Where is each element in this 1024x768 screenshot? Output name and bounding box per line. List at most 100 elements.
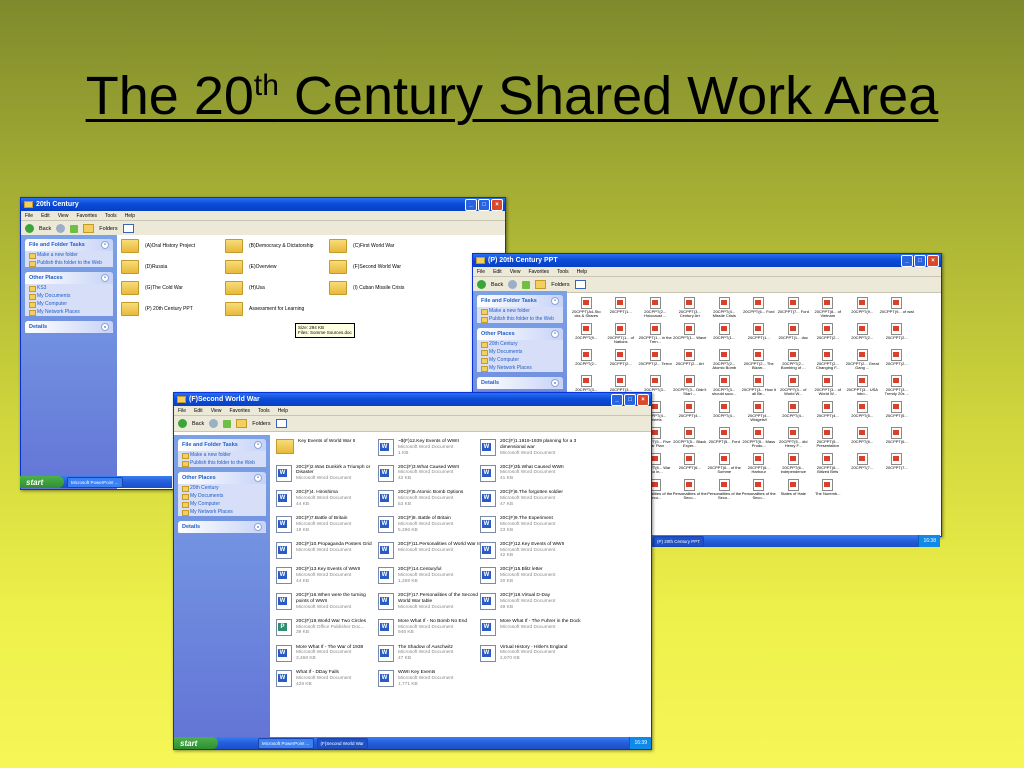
- ppt-file[interactable]: 20CPPT(7...: [880, 453, 915, 479]
- forward-icon[interactable]: [508, 280, 518, 289]
- file-item[interactable]: 20C(F)17.Personalities of the Second Wor…: [378, 593, 480, 619]
- ppt-file[interactable]: 20CPPT(8... of Vietnam: [811, 297, 846, 323]
- window-titlebar[interactable]: (P) 20th Century PPT _ □ ×: [473, 254, 941, 267]
- ppt-file[interactable]: 20CPPT(3... How it all Be...: [742, 375, 777, 401]
- ppt-file[interactable]: 20CPPT(5... Presentation: [811, 427, 846, 453]
- ppt-file[interactable]: 20CPPT(4...: [707, 401, 742, 427]
- ppt-file[interactable]: 20CPPT(9... of wwi: [880, 297, 915, 323]
- file-item[interactable]: ~$(F)12.Key Events of WWIIMicrosoft Word…: [378, 439, 480, 465]
- expand-icon[interactable]: v: [551, 379, 559, 387]
- file-item[interactable]: More What If - No Bomb No EndMicrosoft W…: [378, 618, 480, 645]
- ppt-file[interactable]: 20CPPT(3... of World W...: [776, 375, 811, 401]
- maximize-button[interactable]: □: [478, 199, 490, 211]
- ppt-file[interactable]: 20CPPT(5... Mass Produ...: [742, 427, 777, 453]
- ppt-file[interactable]: 20CPPT(2... Terror: [638, 349, 673, 375]
- ppt-file[interactable]: 20CPPT(1...: [742, 323, 777, 349]
- place-my-network[interactable]: My Network Places: [477, 364, 563, 372]
- window-second-world-war[interactable]: (F)Second World War _ □ × File Edit View Fa…: [173, 392, 652, 750]
- ppt-file[interactable]: Personalities of the Seco...: [707, 479, 742, 505]
- file-item[interactable]: Virtual History - Hitler's EnglandMicros…: [480, 644, 582, 671]
- file-item[interactable]: 20C(F)14.CenturyfulMicrosoft Word Docume…: [378, 567, 480, 593]
- ppt-file[interactable]: 20CPPT(3... Didn't Start ...: [673, 375, 708, 401]
- folder-item[interactable]: (I) Cuban Missile Crisis: [329, 281, 404, 295]
- taskbar-item[interactable]: (F)Second World War: [316, 737, 368, 749]
- folder-item[interactable]: (D)Russia: [121, 260, 167, 274]
- details-header[interactable]: Details v: [477, 377, 563, 389]
- menu-item[interactable]: Edit: [41, 213, 50, 219]
- minimize-button[interactable]: _: [465, 199, 477, 211]
- menu-item[interactable]: File: [477, 269, 485, 275]
- ppt-file[interactable]: 20CPPT(4... Widgets!!: [742, 401, 777, 427]
- ppt-file[interactable]: 20CPPT(2... Bombing of ...: [776, 349, 811, 375]
- menu-item[interactable]: Tools: [557, 269, 569, 275]
- views-icon[interactable]: [275, 419, 287, 428]
- ppt-file[interactable]: 20CPPT(7...: [845, 453, 880, 479]
- folder-item[interactable]: (P) 20th Century PPT: [121, 302, 193, 316]
- place-20th-century[interactable]: 20th Century: [477, 340, 563, 348]
- start-button[interactable]: start: [20, 476, 64, 488]
- minimize-button[interactable]: _: [901, 255, 913, 267]
- ppt-file[interactable]: 20CPPT(6...: [880, 427, 915, 453]
- taskbar-item[interactable]: Microsoft PowerPoint ...: [258, 737, 314, 749]
- publish-link[interactable]: Publish this folder to the Web: [477, 315, 563, 323]
- folder-item[interactable]: (E)Overview: [225, 260, 277, 274]
- ppt-file[interactable]: The Nuremb...: [811, 479, 846, 505]
- ppt-file[interactable]: 20CPPT(6... Ford: [742, 297, 777, 323]
- ppt-file[interactable]: 20CPPT(2...: [880, 349, 915, 375]
- forward-icon[interactable]: [56, 224, 66, 233]
- maximize-button[interactable]: □: [914, 255, 926, 267]
- ppt-file[interactable]: 20CPPT(3... Century Art: [673, 297, 708, 323]
- file-item[interactable]: 20C(F)15.Blitz letterMicrosoft Word Docu…: [480, 567, 582, 593]
- make-folder-link[interactable]: Make a new folder: [477, 307, 563, 315]
- maximize-button[interactable]: □: [624, 394, 636, 406]
- ppt-file[interactable]: 20CPPT(1...: [707, 323, 742, 349]
- menu-item[interactable]: Edit: [493, 269, 502, 275]
- file-item[interactable]: The Shadow of AuschwitzMicrosoft Word Do…: [378, 644, 480, 671]
- menu-item[interactable]: Tools: [105, 213, 117, 219]
- file-item[interactable]: 20C(F)5.Atomic Bomb OptionsMicrosoft Wor…: [378, 490, 480, 516]
- back-label[interactable]: Back: [491, 282, 503, 288]
- up-folder-icon[interactable]: [223, 419, 232, 428]
- place-my-network[interactable]: My Network Places: [25, 308, 113, 316]
- menu-item[interactable]: View: [510, 269, 521, 275]
- ppt-file[interactable]: 20CPPT(2... The Bizarr...: [742, 349, 777, 375]
- folder-item[interactable]: (C)First World War: [329, 239, 394, 253]
- file-item[interactable]: 20C(F)11.Personalities of World War IIMi…: [378, 541, 480, 568]
- expand-icon[interactable]: v: [254, 523, 262, 531]
- file-item[interactable]: 20C(F)13.Key Events of WWIIMicrosoft Wor…: [276, 567, 378, 593]
- ppt-file[interactable]: 20CPPT(3... Trendy 20s ...: [880, 375, 915, 401]
- ppt-file[interactable]: 20CPPT(4...: [811, 401, 846, 427]
- other-places-header[interactable]: Other Places ^: [25, 272, 113, 284]
- ppt-file[interactable]: 20CPPT(5...: [845, 401, 880, 427]
- ppt-file[interactable]: 20CPPT(3... should succ...: [707, 375, 742, 401]
- place-my-network[interactable]: My Network Places: [178, 508, 266, 516]
- folder-item[interactable]: (F)Second World War: [329, 260, 401, 274]
- expand-icon[interactable]: v: [101, 323, 109, 331]
- menu-item[interactable]: Help: [125, 213, 135, 219]
- back-icon[interactable]: [25, 224, 34, 233]
- collapse-icon[interactable]: ^: [551, 297, 559, 305]
- menu-item[interactable]: Help: [577, 269, 587, 275]
- file-folder-tasks-header[interactable]: File and Folder Tasks ^: [25, 239, 113, 251]
- details-header[interactable]: Details v: [25, 321, 113, 333]
- other-places-header[interactable]: Other Places ^: [477, 328, 563, 340]
- ppt-file[interactable]: 20CPPT(6...: [673, 453, 708, 479]
- window-titlebar[interactable]: (F)Second World War _ □ ×: [174, 393, 651, 406]
- details-header[interactable]: Details v: [178, 521, 266, 533]
- other-places-header[interactable]: Other Places ^: [178, 472, 266, 484]
- file-item[interactable]: 20C(F)7.Battle of BritainMicrosoft Word …: [276, 516, 378, 542]
- file-folder-tasks-header[interactable]: File and Folder Tasks ^: [477, 295, 563, 307]
- menu-item[interactable]: Favorites: [528, 269, 549, 275]
- file-item[interactable]: More What If - The War of 1938Microsoft …: [276, 644, 378, 671]
- file-item[interactable]: 20C(F)19.World War Two CirclesMicrosoft …: [276, 618, 378, 645]
- place-my-computer[interactable]: My Computer: [477, 356, 563, 364]
- menu-item[interactable]: View: [58, 213, 69, 219]
- file-item[interactable]: Key Events of World War II: [276, 439, 378, 465]
- ppt-file[interactable]: 20CPPT(2... Atomic Bomb: [707, 349, 742, 375]
- ppt-file[interactable]: 20CPPT(9...: [845, 297, 880, 323]
- file-item[interactable]: 20C(F)3b.What Caused WWIIMicrosoft Word …: [480, 464, 582, 491]
- file-item[interactable]: 20C(F)18.Virtual D-DayMicrosoft Word Doc…: [480, 593, 582, 619]
- ppt-file[interactable]: 20CPPT(4...: [776, 401, 811, 427]
- file-item[interactable]: 20C(F)12.Key Events of WWIIMicrosoft Wor…: [480, 541, 582, 568]
- ppt-file[interactable]: 20CPPT(2...: [880, 323, 915, 349]
